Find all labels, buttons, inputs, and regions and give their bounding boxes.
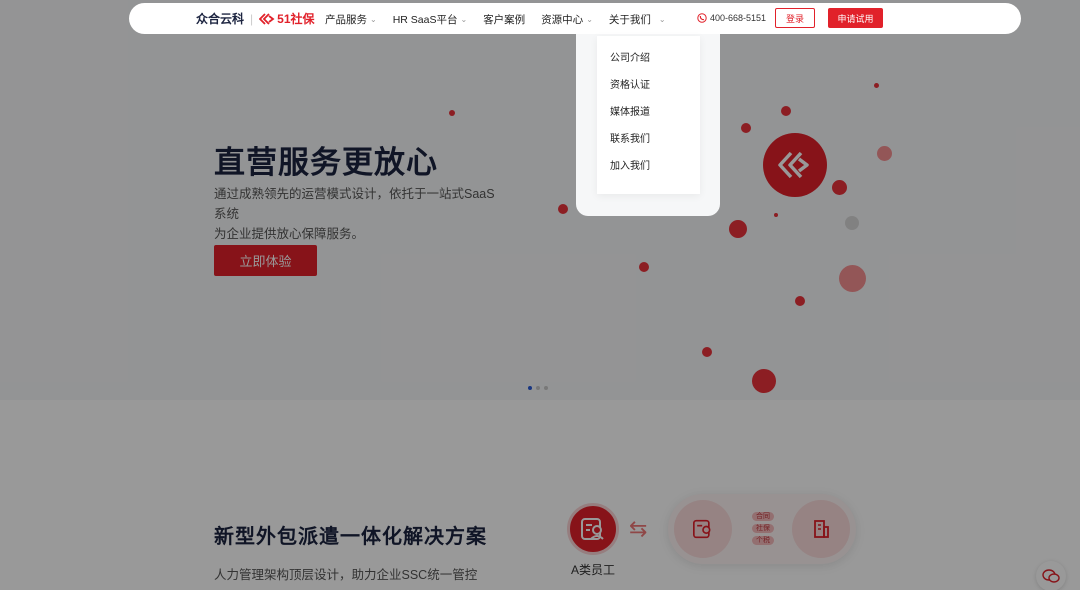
hotline[interactable]: 400-668-5151: [697, 13, 766, 23]
modal-overlay[interactable]: [0, 0, 1080, 590]
main-nav: 产品服务 ⌄ HR SaaS平台 ⌄ 客户案例 资源中心 ⌄ 关于我们 ⌄: [325, 12, 682, 27]
login-button[interactable]: 登录: [775, 8, 815, 28]
brand-logo[interactable]: 众合云科 | 51社保: [196, 10, 315, 27]
nav-resources[interactable]: 资源中心 ⌄: [541, 12, 593, 27]
menu-item-qualifications[interactable]: 资格认证: [597, 75, 700, 102]
about-dropdown-menu: 公司介绍 资格认证 媒体报道 联系我们 加入我们: [597, 36, 700, 194]
nav-cases[interactable]: 客户案例: [483, 12, 525, 27]
nav-label: 产品服务: [325, 14, 367, 26]
nav-products[interactable]: 产品服务 ⌄: [325, 12, 377, 27]
chevron-down-icon: ⌄: [370, 15, 377, 24]
top-navbar: 众合云科 | 51社保 产品服务 ⌄ HR SaaS平台 ⌄ 客户案例 资源中心 ⌄ …: [129, 3, 1021, 34]
menu-item-media[interactable]: 媒体报道: [597, 102, 700, 129]
chevron-down-icon: ⌄: [658, 15, 666, 24]
apply-trial-button[interactable]: 申请试用: [828, 8, 883, 28]
brand-separator: |: [250, 11, 254, 26]
nav-label: 关于我们: [608, 14, 651, 26]
sub-brand: 51社保: [259, 10, 315, 27]
menu-item-join-us[interactable]: 加入我们: [597, 156, 700, 183]
hotline-number: 400-668-5151: [710, 13, 767, 23]
menu-item-company-intro[interactable]: 公司介绍: [597, 48, 700, 75]
nav-label: 资源中心: [541, 14, 584, 26]
chevron-down-icon: ⌄: [460, 15, 468, 24]
nav-label: HR SaaS平台: [392, 14, 458, 26]
nav-hr-saas[interactable]: HR SaaS平台 ⌄: [393, 12, 467, 27]
brand-logo-icon: [259, 12, 275, 25]
phone-icon: [697, 13, 707, 23]
brand-name: 众合云科: [196, 12, 245, 26]
menu-item-contact[interactable]: 联系我们: [597, 129, 700, 156]
nav-about[interactable]: 关于我们 ⌄: [609, 12, 666, 27]
nav-label: 客户案例: [483, 14, 526, 26]
chevron-down-icon: ⌄: [586, 15, 593, 24]
sub-brand-name: 51社保: [277, 12, 315, 26]
